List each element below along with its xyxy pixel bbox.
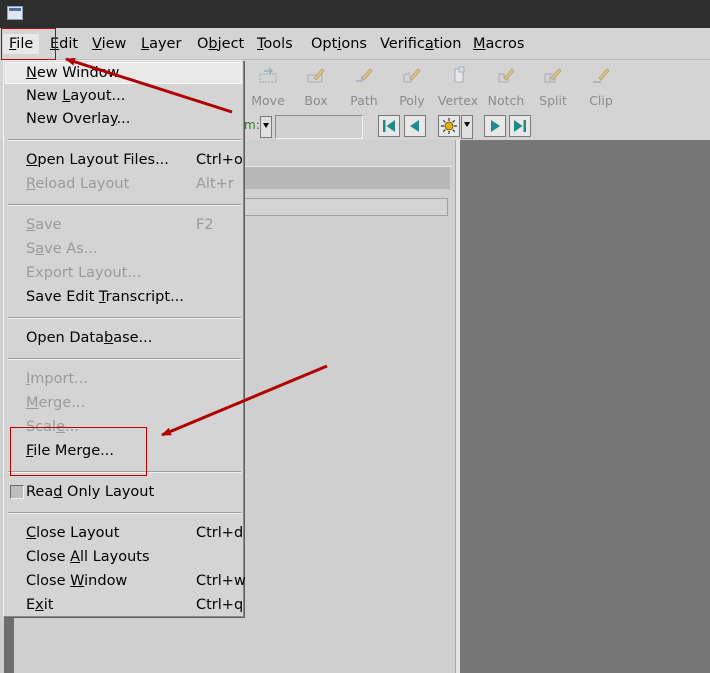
file-close-all-layouts[interactable]: Close All Layouts bbox=[26, 546, 150, 568]
file-close-layout[interactable]: Close Layout bbox=[26, 522, 119, 544]
shortcut-close-layout: Ctrl+d bbox=[196, 525, 244, 541]
file-open-database[interactable]: Open Database... bbox=[26, 327, 152, 349]
zoom-input[interactable] bbox=[275, 115, 363, 139]
prev-icon[interactable] bbox=[404, 115, 426, 137]
box-icon bbox=[306, 66, 326, 84]
shortcut-close-window: Ctrl+w bbox=[196, 573, 246, 589]
file-open-layout-files[interactable]: Open Layout Files... bbox=[26, 149, 169, 171]
file-save-as: Save As... bbox=[26, 241, 98, 257]
move-icon bbox=[258, 66, 278, 84]
left-scrollbar[interactable] bbox=[4, 614, 14, 673]
notch-icon bbox=[496, 66, 516, 84]
file-new-overlay[interactable]: New Overlay... bbox=[26, 108, 130, 130]
menu-separator bbox=[8, 358, 241, 360]
title-bar bbox=[0, 0, 710, 28]
highlight-dropdown[interactable] bbox=[461, 115, 473, 139]
menu-macros[interactable]: Macros bbox=[473, 34, 524, 54]
menu-separator bbox=[8, 317, 241, 319]
file-menu: New Window New Layout... New Overlay... … bbox=[3, 60, 246, 617]
menu-object[interactable]: Object bbox=[197, 34, 244, 54]
shortcut-exit: Ctrl+q bbox=[196, 597, 244, 613]
tool-notch[interactable]: Notch bbox=[484, 64, 528, 108]
layer-filter-field[interactable] bbox=[240, 198, 448, 216]
split-icon bbox=[543, 66, 563, 84]
shortcut-open: Ctrl+o bbox=[196, 152, 243, 168]
path-icon bbox=[354, 66, 374, 84]
file-menu-highlight-box bbox=[1, 28, 56, 60]
file-save-edit-transcript[interactable]: Save Edit Transcript... bbox=[26, 286, 184, 308]
layout-canvas[interactable] bbox=[460, 140, 710, 673]
file-new-window[interactable]: New Window bbox=[26, 62, 119, 84]
menu-separator bbox=[8, 204, 241, 206]
menu-separator bbox=[8, 512, 241, 514]
shortcut-reload: Alt+r bbox=[196, 176, 234, 192]
read-only-checkbox[interactable] bbox=[10, 485, 24, 499]
vertex-icon bbox=[448, 66, 468, 84]
tool-poly[interactable]: Poly bbox=[390, 64, 434, 108]
file-export-layout: Export Layout... bbox=[26, 265, 142, 281]
tool-path[interactable]: Path bbox=[342, 64, 386, 108]
file-save: Save bbox=[26, 217, 62, 233]
poly-icon bbox=[402, 66, 422, 84]
clip-icon bbox=[591, 66, 611, 84]
menu-verification[interactable]: Verification bbox=[380, 34, 461, 54]
tool-box[interactable]: Box bbox=[294, 64, 338, 108]
file-exit[interactable]: Exit bbox=[26, 594, 53, 616]
app-window-icon[interactable] bbox=[7, 6, 23, 20]
menu-bar: File Edit View Layer Object Tools Option… bbox=[0, 28, 710, 60]
zoom-label: m: bbox=[244, 118, 260, 132]
menu-view[interactable]: View bbox=[92, 34, 126, 54]
tool-vertex[interactable]: Vertex bbox=[436, 64, 480, 108]
first-icon[interactable] bbox=[378, 115, 400, 137]
menu-layer[interactable]: Layer bbox=[141, 34, 181, 54]
file-merge-highlight-box bbox=[10, 427, 147, 476]
file-reload-layout: Reload Layout bbox=[26, 176, 130, 192]
shortcut-save: F2 bbox=[196, 217, 214, 233]
menu-separator bbox=[8, 139, 241, 141]
next-icon[interactable] bbox=[484, 115, 506, 137]
file-new-layout[interactable]: New Layout... bbox=[26, 85, 125, 107]
zoom-dropdown[interactable] bbox=[260, 116, 272, 138]
tool-split[interactable]: Split bbox=[531, 64, 575, 108]
file-close-window[interactable]: Close Window bbox=[26, 570, 127, 592]
last-icon[interactable] bbox=[509, 115, 531, 137]
file-import: Import... bbox=[26, 371, 88, 387]
file-read-only-layout[interactable]: Read Only Layout bbox=[26, 481, 154, 503]
layer-panel-header bbox=[240, 167, 450, 189]
menu-tools[interactable]: Tools bbox=[257, 34, 293, 54]
menu-options[interactable]: Options bbox=[311, 34, 367, 54]
highlight-icon[interactable] bbox=[438, 115, 460, 137]
tool-move[interactable]: Move bbox=[246, 64, 290, 108]
file-merge: Merge... bbox=[26, 395, 86, 411]
tool-clip[interactable]: Clip bbox=[579, 64, 623, 108]
